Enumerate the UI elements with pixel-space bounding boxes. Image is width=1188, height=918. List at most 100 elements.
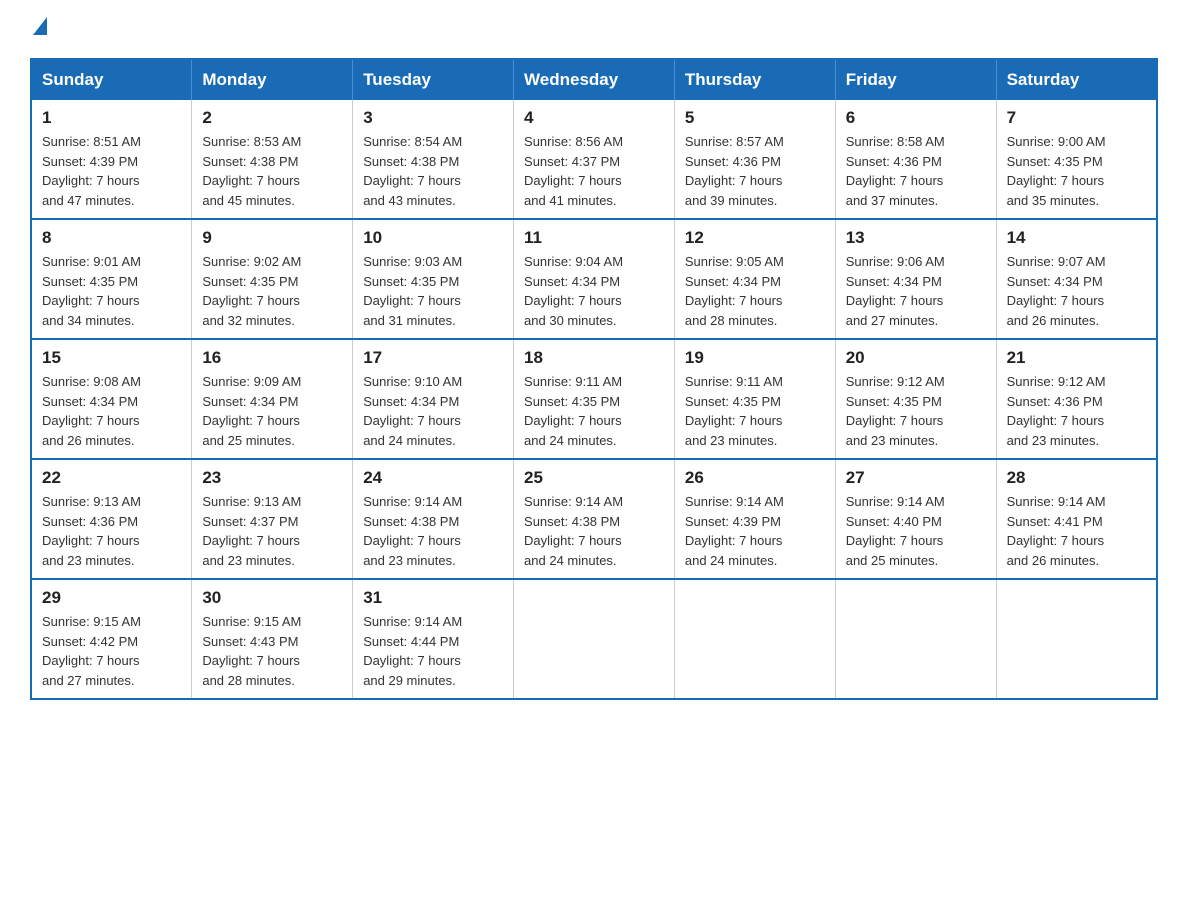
- day-info: Sunrise: 9:05 AMSunset: 4:34 PMDaylight:…: [685, 254, 784, 328]
- day-number: 28: [1007, 468, 1146, 488]
- calendar-cell: 13 Sunrise: 9:06 AMSunset: 4:34 PMDaylig…: [835, 219, 996, 339]
- calendar-cell: 24 Sunrise: 9:14 AMSunset: 4:38 PMDaylig…: [353, 459, 514, 579]
- day-info: Sunrise: 9:02 AMSunset: 4:35 PMDaylight:…: [202, 254, 301, 328]
- day-info: Sunrise: 9:01 AMSunset: 4:35 PMDaylight:…: [42, 254, 141, 328]
- day-info: Sunrise: 9:13 AMSunset: 4:37 PMDaylight:…: [202, 494, 301, 568]
- day-info: Sunrise: 9:12 AMSunset: 4:35 PMDaylight:…: [846, 374, 945, 448]
- calendar-cell: [514, 579, 675, 699]
- day-info: Sunrise: 9:12 AMSunset: 4:36 PMDaylight:…: [1007, 374, 1106, 448]
- day-info: Sunrise: 8:57 AMSunset: 4:36 PMDaylight:…: [685, 134, 784, 208]
- day-number: 10: [363, 228, 503, 248]
- day-number: 26: [685, 468, 825, 488]
- calendar-cell: 27 Sunrise: 9:14 AMSunset: 4:40 PMDaylig…: [835, 459, 996, 579]
- day-info: Sunrise: 9:14 AMSunset: 4:44 PMDaylight:…: [363, 614, 462, 688]
- calendar-cell: 11 Sunrise: 9:04 AMSunset: 4:34 PMDaylig…: [514, 219, 675, 339]
- calendar-cell: 10 Sunrise: 9:03 AMSunset: 4:35 PMDaylig…: [353, 219, 514, 339]
- calendar-week-row: 1 Sunrise: 8:51 AMSunset: 4:39 PMDayligh…: [31, 100, 1157, 219]
- header-friday: Friday: [835, 59, 996, 100]
- day-info: Sunrise: 9:14 AMSunset: 4:41 PMDaylight:…: [1007, 494, 1106, 568]
- day-number: 15: [42, 348, 181, 368]
- day-number: 27: [846, 468, 986, 488]
- header-thursday: Thursday: [674, 59, 835, 100]
- day-number: 30: [202, 588, 342, 608]
- calendar-cell: 9 Sunrise: 9:02 AMSunset: 4:35 PMDayligh…: [192, 219, 353, 339]
- logo: [30, 20, 47, 38]
- day-info: Sunrise: 9:14 AMSunset: 4:39 PMDaylight:…: [685, 494, 784, 568]
- day-number: 4: [524, 108, 664, 128]
- day-number: 16: [202, 348, 342, 368]
- day-info: Sunrise: 9:14 AMSunset: 4:40 PMDaylight:…: [846, 494, 945, 568]
- calendar-cell: 29 Sunrise: 9:15 AMSunset: 4:42 PMDaylig…: [31, 579, 192, 699]
- calendar-cell: 22 Sunrise: 9:13 AMSunset: 4:36 PMDaylig…: [31, 459, 192, 579]
- day-number: 24: [363, 468, 503, 488]
- header-monday: Monday: [192, 59, 353, 100]
- day-number: 3: [363, 108, 503, 128]
- day-info: Sunrise: 9:07 AMSunset: 4:34 PMDaylight:…: [1007, 254, 1106, 328]
- calendar-cell: 31 Sunrise: 9:14 AMSunset: 4:44 PMDaylig…: [353, 579, 514, 699]
- day-info: Sunrise: 9:06 AMSunset: 4:34 PMDaylight:…: [846, 254, 945, 328]
- day-number: 14: [1007, 228, 1146, 248]
- day-info: Sunrise: 8:53 AMSunset: 4:38 PMDaylight:…: [202, 134, 301, 208]
- calendar-cell: 2 Sunrise: 8:53 AMSunset: 4:38 PMDayligh…: [192, 100, 353, 219]
- header-sunday: Sunday: [31, 59, 192, 100]
- day-number: 21: [1007, 348, 1146, 368]
- day-number: 12: [685, 228, 825, 248]
- day-number: 11: [524, 228, 664, 248]
- header-wednesday: Wednesday: [514, 59, 675, 100]
- day-number: 23: [202, 468, 342, 488]
- day-info: Sunrise: 9:09 AMSunset: 4:34 PMDaylight:…: [202, 374, 301, 448]
- calendar-cell: 19 Sunrise: 9:11 AMSunset: 4:35 PMDaylig…: [674, 339, 835, 459]
- day-number: 13: [846, 228, 986, 248]
- calendar-cell: 4 Sunrise: 8:56 AMSunset: 4:37 PMDayligh…: [514, 100, 675, 219]
- day-info: Sunrise: 9:15 AMSunset: 4:43 PMDaylight:…: [202, 614, 301, 688]
- calendar-cell: 21 Sunrise: 9:12 AMSunset: 4:36 PMDaylig…: [996, 339, 1157, 459]
- calendar-cell: 26 Sunrise: 9:14 AMSunset: 4:39 PMDaylig…: [674, 459, 835, 579]
- day-info: Sunrise: 9:11 AMSunset: 4:35 PMDaylight:…: [524, 374, 622, 448]
- calendar-cell: 25 Sunrise: 9:14 AMSunset: 4:38 PMDaylig…: [514, 459, 675, 579]
- calendar-cell: 16 Sunrise: 9:09 AMSunset: 4:34 PMDaylig…: [192, 339, 353, 459]
- day-number: 8: [42, 228, 181, 248]
- day-number: 9: [202, 228, 342, 248]
- calendar-cell: 30 Sunrise: 9:15 AMSunset: 4:43 PMDaylig…: [192, 579, 353, 699]
- calendar-cell: 7 Sunrise: 9:00 AMSunset: 4:35 PMDayligh…: [996, 100, 1157, 219]
- day-number: 2: [202, 108, 342, 128]
- day-info: Sunrise: 9:00 AMSunset: 4:35 PMDaylight:…: [1007, 134, 1106, 208]
- page-header: [30, 20, 1158, 38]
- day-info: Sunrise: 8:56 AMSunset: 4:37 PMDaylight:…: [524, 134, 623, 208]
- calendar-cell: 5 Sunrise: 8:57 AMSunset: 4:36 PMDayligh…: [674, 100, 835, 219]
- day-number: 7: [1007, 108, 1146, 128]
- calendar-week-row: 29 Sunrise: 9:15 AMSunset: 4:42 PMDaylig…: [31, 579, 1157, 699]
- day-info: Sunrise: 9:14 AMSunset: 4:38 PMDaylight:…: [524, 494, 623, 568]
- day-info: Sunrise: 9:10 AMSunset: 4:34 PMDaylight:…: [363, 374, 462, 448]
- day-info: Sunrise: 9:04 AMSunset: 4:34 PMDaylight:…: [524, 254, 623, 328]
- calendar-cell: 3 Sunrise: 8:54 AMSunset: 4:38 PMDayligh…: [353, 100, 514, 219]
- day-number: 31: [363, 588, 503, 608]
- calendar-cell: 6 Sunrise: 8:58 AMSunset: 4:36 PMDayligh…: [835, 100, 996, 219]
- calendar-cell: [835, 579, 996, 699]
- day-info: Sunrise: 9:08 AMSunset: 4:34 PMDaylight:…: [42, 374, 141, 448]
- calendar-cell: [996, 579, 1157, 699]
- day-number: 20: [846, 348, 986, 368]
- day-number: 29: [42, 588, 181, 608]
- day-number: 5: [685, 108, 825, 128]
- day-info: Sunrise: 9:13 AMSunset: 4:36 PMDaylight:…: [42, 494, 141, 568]
- header-saturday: Saturday: [996, 59, 1157, 100]
- calendar-cell: 12 Sunrise: 9:05 AMSunset: 4:34 PMDaylig…: [674, 219, 835, 339]
- calendar-cell: 23 Sunrise: 9:13 AMSunset: 4:37 PMDaylig…: [192, 459, 353, 579]
- calendar-cell: 18 Sunrise: 9:11 AMSunset: 4:35 PMDaylig…: [514, 339, 675, 459]
- calendar-cell: 20 Sunrise: 9:12 AMSunset: 4:35 PMDaylig…: [835, 339, 996, 459]
- day-number: 18: [524, 348, 664, 368]
- calendar-week-row: 22 Sunrise: 9:13 AMSunset: 4:36 PMDaylig…: [31, 459, 1157, 579]
- header-tuesday: Tuesday: [353, 59, 514, 100]
- day-number: 19: [685, 348, 825, 368]
- calendar-week-row: 8 Sunrise: 9:01 AMSunset: 4:35 PMDayligh…: [31, 219, 1157, 339]
- day-number: 17: [363, 348, 503, 368]
- calendar-header-row: SundayMondayTuesdayWednesdayThursdayFrid…: [31, 59, 1157, 100]
- calendar-table: SundayMondayTuesdayWednesdayThursdayFrid…: [30, 58, 1158, 700]
- day-number: 22: [42, 468, 181, 488]
- day-number: 25: [524, 468, 664, 488]
- day-info: Sunrise: 9:14 AMSunset: 4:38 PMDaylight:…: [363, 494, 462, 568]
- calendar-cell: 14 Sunrise: 9:07 AMSunset: 4:34 PMDaylig…: [996, 219, 1157, 339]
- day-number: 1: [42, 108, 181, 128]
- calendar-cell: 8 Sunrise: 9:01 AMSunset: 4:35 PMDayligh…: [31, 219, 192, 339]
